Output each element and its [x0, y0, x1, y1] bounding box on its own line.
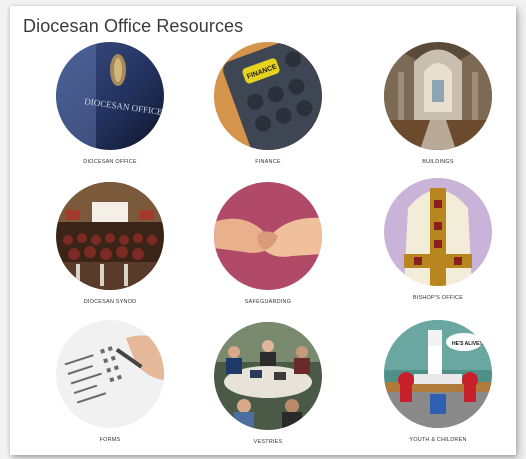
resources-panel: Diocesan Office Resources DIOCESAN OFFIC… — [10, 6, 516, 455]
diocesan-office-photo-icon[interactable]: DIOCESAN OFFICE — [56, 42, 164, 150]
tile-label[interactable]: YOUTH & CHILDREN — [358, 437, 518, 443]
tile-label[interactable]: DIOCESAN OFFICE — [30, 159, 190, 165]
tile-buildings[interactable]: BUILDINGS — [358, 42, 518, 165]
meeting-table-photo-icon[interactable] — [214, 322, 322, 430]
tile-vestries[interactable]: VESTRIES — [188, 322, 348, 445]
lego-scene-photo-icon[interactable]: HE'S ALIVE!! — [384, 320, 492, 428]
tile-youth-children[interactable]: HE'S ALIVE!! YOUTH & CHILDREN — [358, 320, 518, 443]
tile-label[interactable]: SAFEGUARDING — [188, 299, 348, 305]
tile-label[interactable]: BISHOP'S OFFICE — [358, 295, 518, 301]
tile-label[interactable]: VESTRIES — [188, 439, 348, 445]
tile-label[interactable]: FORMS — [30, 437, 190, 443]
holding-hands-photo-icon[interactable] — [214, 182, 322, 290]
synod-hall-photo-icon[interactable] — [56, 182, 164, 290]
form-writing-photo-icon[interactable] — [56, 320, 164, 428]
church-interior-photo-icon[interactable] — [384, 42, 492, 150]
tile-safeguarding[interactable]: SAFEGUARDING — [188, 182, 348, 305]
speech-bubble-text: HE'S ALIVE!! — [452, 341, 483, 347]
tile-finance[interactable]: FINANCE FINANCE — [188, 42, 348, 165]
tile-bishops-office[interactable]: BISHOP'S OFFICE — [358, 178, 518, 301]
mitre-photo-icon[interactable] — [384, 178, 492, 286]
tile-forms[interactable]: FORMS — [30, 320, 190, 443]
calculator-photo-icon[interactable]: FINANCE — [214, 42, 322, 150]
tile-label[interactable]: BUILDINGS — [358, 159, 518, 165]
tile-label[interactable]: FINANCE — [188, 159, 348, 165]
tile-label[interactable]: DIOCESAN SYNOD — [30, 299, 190, 305]
tile-diocesan-office[interactable]: DIOCESAN OFFICE DIOCESAN OFFICE — [30, 42, 190, 165]
section-title: Diocesan Office Resources — [23, 16, 244, 36]
tile-diocesan-synod[interactable]: DIOCESAN SYNOD — [30, 182, 190, 305]
